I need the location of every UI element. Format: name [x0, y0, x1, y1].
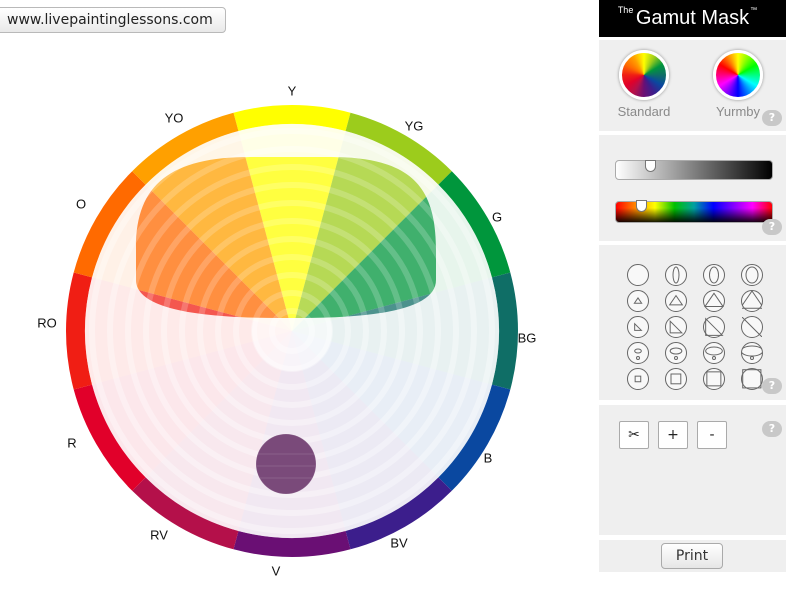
- lens-shape-icon[interactable]: [665, 264, 687, 286]
- wheel-mode-panel: Standard Yurmby ?: [599, 40, 786, 131]
- standard-wheel-icon: [619, 50, 669, 100]
- plus-label: +: [667, 427, 679, 443]
- minus-label: -: [709, 427, 715, 443]
- label-b: B: [483, 450, 493, 466]
- print-button[interactable]: Print: [661, 543, 723, 569]
- right-triangle-shape-icon[interactable]: [703, 316, 725, 338]
- label-ro: RO: [37, 315, 57, 331]
- color-wheel-area[interactable]: Y YG G BG B BV V RV R RO O YO: [0, 40, 598, 600]
- hue-slider-thumb[interactable]: [636, 200, 648, 212]
- gamut-mask-dot[interactable]: [255, 433, 317, 495]
- sidebar: The Gamut Mask ™ Standard Yurmby ? ? ? ✂: [599, 0, 786, 572]
- help-icon[interactable]: ?: [762, 378, 782, 394]
- website-url-label: www.livepaintinglessons.com: [7, 12, 213, 28]
- app-title: The Gamut Mask ™: [599, 0, 786, 37]
- title-prefix: The: [617, 5, 634, 15]
- ellipse-shape-icon[interactable]: [627, 342, 649, 364]
- website-url-button[interactable]: www.livepaintinglessons.com: [0, 7, 226, 33]
- square-shape-icon[interactable]: [741, 368, 763, 390]
- color-wheel[interactable]: [0, 40, 598, 600]
- circle-shape-icon[interactable]: [627, 264, 649, 286]
- label-bg: BG: [517, 330, 537, 346]
- mode-yurmby-button[interactable]: Yurmby: [703, 50, 773, 119]
- square-shape-icon[interactable]: [665, 368, 687, 390]
- slider-panel: ?: [599, 135, 786, 241]
- label-yg: YG: [404, 118, 424, 134]
- trademark-mark: ™: [750, 7, 758, 14]
- print-panel: Print: [599, 540, 786, 572]
- mask-shapes-panel: ?: [599, 245, 786, 400]
- label-g: G: [491, 209, 503, 225]
- label-o: O: [75, 196, 87, 212]
- triangle-shape-icon[interactable]: [665, 290, 687, 312]
- square-shape-icon[interactable]: [703, 368, 725, 390]
- label-bv: BV: [390, 535, 408, 551]
- print-label: Print: [675, 548, 709, 564]
- right-triangle-shape-icon[interactable]: [627, 316, 649, 338]
- add-button[interactable]: +: [658, 421, 688, 449]
- triangle-shape-icon[interactable]: [703, 290, 725, 312]
- right-triangle-shape-icon[interactable]: [741, 316, 763, 338]
- help-icon[interactable]: ?: [762, 110, 782, 126]
- mask-tools-panel: ✂ + - ?: [599, 405, 786, 535]
- lens-shape-icon[interactable]: [741, 264, 763, 286]
- lens-shape-icon[interactable]: [703, 264, 725, 286]
- label-rv: RV: [150, 527, 168, 543]
- help-icon[interactable]: ?: [762, 421, 782, 437]
- label-y: Y: [287, 83, 297, 99]
- help-icon[interactable]: ?: [762, 219, 782, 235]
- value-slider-thumb[interactable]: [645, 160, 657, 172]
- ellipse-shape-icon[interactable]: [703, 342, 725, 364]
- triangle-shape-icon[interactable]: [627, 290, 649, 312]
- mode-standard-button[interactable]: Standard: [609, 50, 679, 119]
- mode-standard-label: Standard: [617, 104, 671, 119]
- remove-button[interactable]: -: [697, 421, 727, 449]
- cut-button[interactable]: ✂: [619, 421, 649, 449]
- triangle-shape-icon[interactable]: [741, 290, 763, 312]
- ellipse-shape-icon[interactable]: [741, 342, 763, 364]
- square-shape-icon[interactable]: [627, 368, 649, 390]
- label-v: V: [271, 563, 281, 579]
- value-slider[interactable]: [615, 160, 773, 180]
- hue-slider[interactable]: [615, 200, 773, 223]
- right-triangle-shape-icon[interactable]: [665, 316, 687, 338]
- label-r: R: [67, 435, 77, 451]
- title-text: Gamut Mask: [635, 7, 750, 29]
- scissors-icon: ✂: [628, 427, 640, 443]
- yurmby-wheel-icon: [713, 50, 763, 100]
- label-yo: YO: [164, 110, 184, 126]
- ellipse-shape-icon[interactable]: [665, 342, 687, 364]
